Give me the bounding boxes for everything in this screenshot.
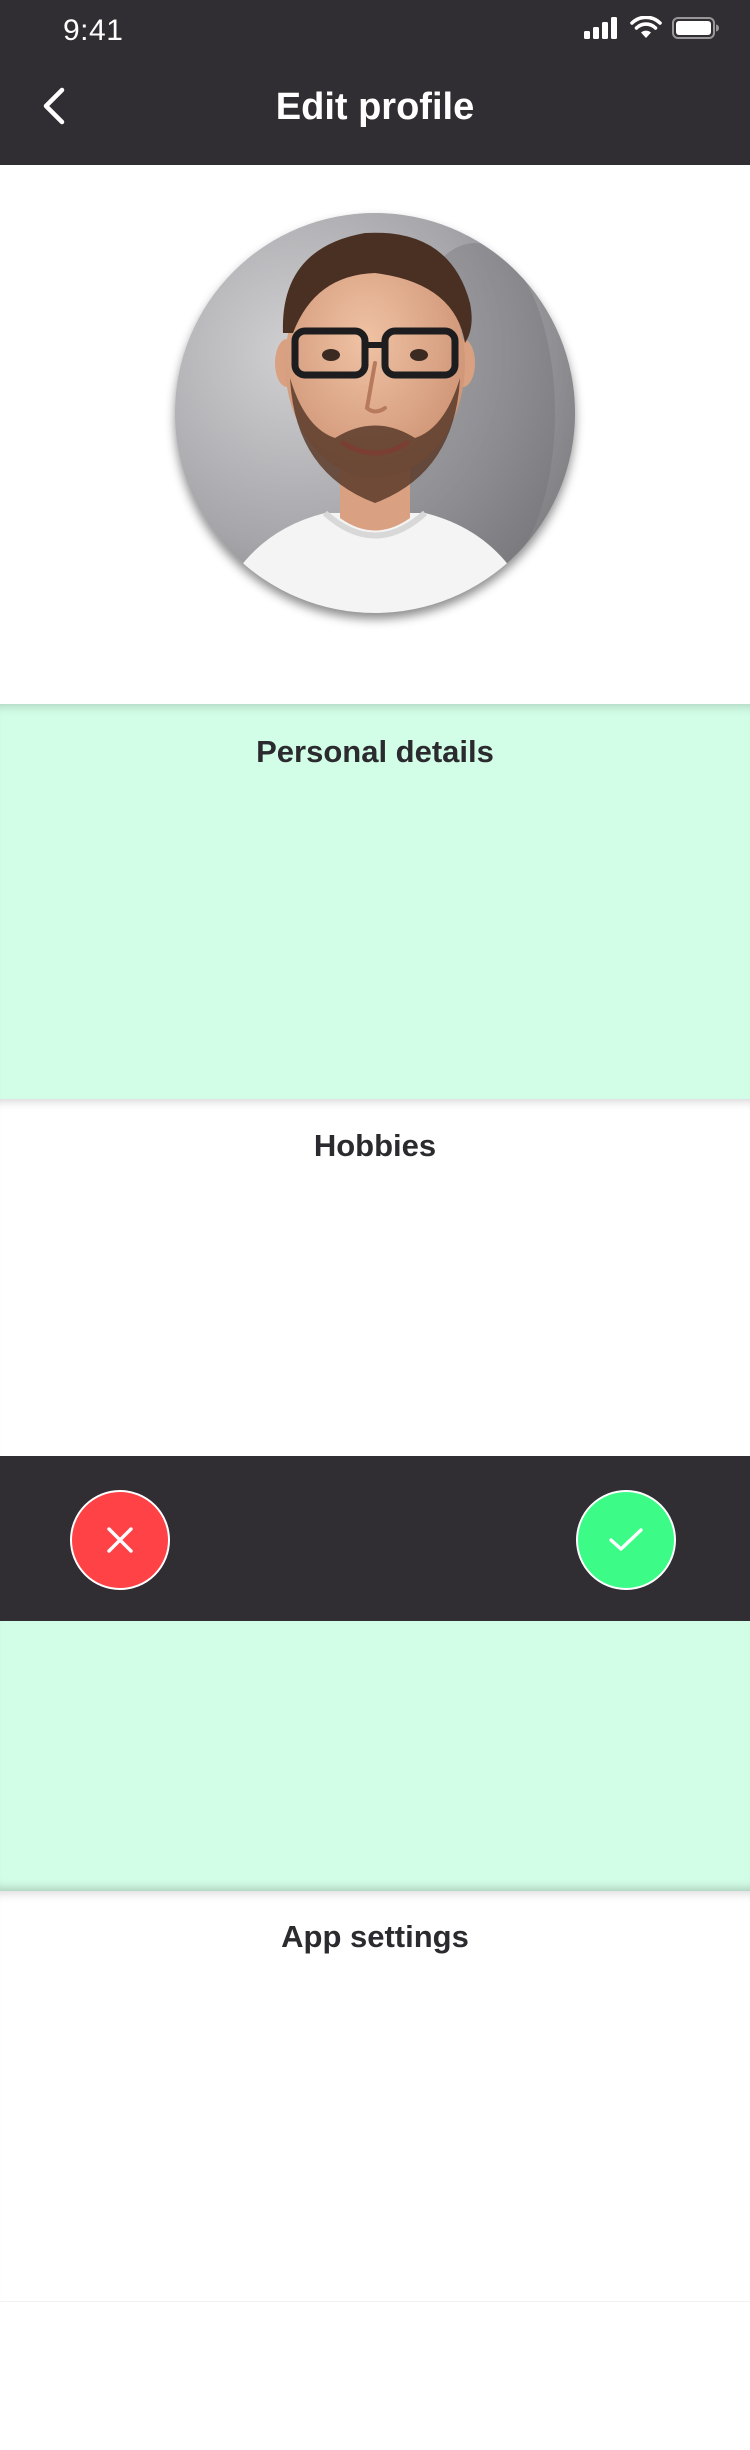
- action-bar: [0, 1456, 750, 1621]
- close-icon: [107, 1527, 133, 1553]
- page-title: Edit profile: [275, 86, 475, 128]
- signal-icon: [584, 17, 617, 39]
- personal-details-title: Personal details: [256, 734, 494, 769]
- check-icon: [609, 1528, 643, 1551]
- hobbies-title: Hobbies: [313, 1128, 437, 1163]
- app-settings-section[interactable]: App settings: [0, 1891, 750, 2301]
- personal-details-section[interactable]: Personal details: [0, 704, 750, 1099]
- status-time: 9:41: [63, 14, 124, 47]
- collapsed-section[interactable]: [0, 1621, 750, 1891]
- wifi-icon: [630, 16, 662, 38]
- app-settings-title: App settings: [281, 1919, 469, 1954]
- status-icons: [584, 16, 720, 40]
- edit-profile-screen: 9:41 Edit profile Personal details Hobbi…: [0, 0, 750, 2450]
- avatar[interactable]: [175, 213, 575, 613]
- cancel-button[interactable]: [70, 1490, 170, 1590]
- profile-photo: [175, 213, 575, 613]
- confirm-button[interactable]: [576, 1490, 676, 1590]
- hobbies-section[interactable]: Hobbies: [0, 1099, 750, 1456]
- top-bar: 9:41 Edit profile: [0, 0, 750, 165]
- battery-icon: [672, 17, 719, 39]
- divider: [0, 2301, 750, 2302]
